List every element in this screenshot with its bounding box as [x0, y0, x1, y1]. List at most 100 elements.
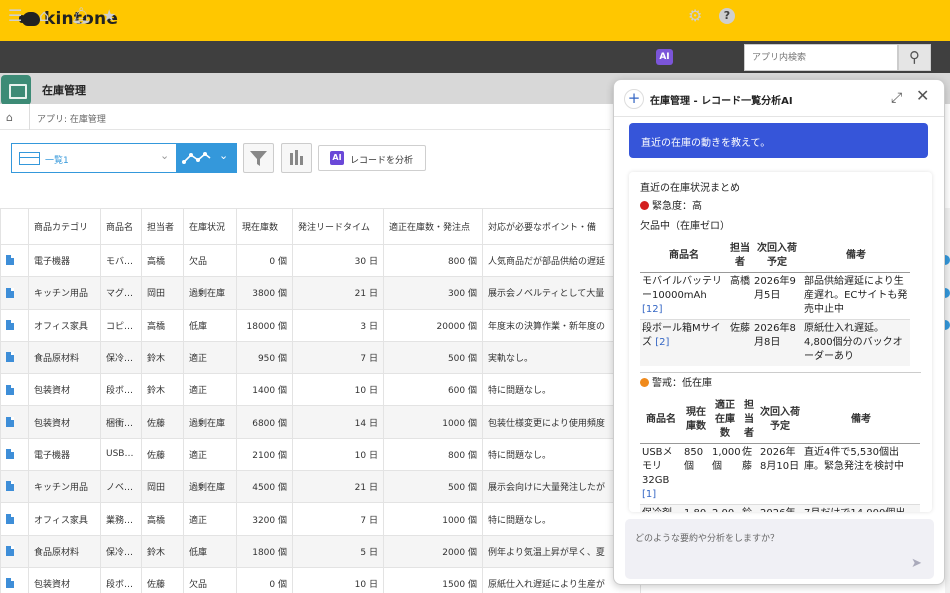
stockout-table: 商品名 担当者 次回入荷予定 備考 モバイルバッテリー10000mAh [12]…: [640, 240, 910, 366]
record-ref-link[interactable]: [12]: [642, 304, 663, 315]
help-icon[interactable]: ?: [719, 8, 735, 24]
filter-button[interactable]: [243, 143, 274, 173]
record-detail-cell[interactable]: [0, 566, 29, 593]
answer-cell: USBメモリ32GB [1]: [640, 443, 682, 505]
column-header[interactable]: 在庫状況: [183, 208, 237, 245]
document-icon[interactable]: [6, 513, 14, 524]
record-detail-cell[interactable]: [0, 502, 29, 536]
new-chat-button[interactable]: +: [624, 89, 644, 109]
table-row[interactable]: オフィス家具 業務… 高橋 適正 3200 個7 日 1000 個特に問題なし。: [0, 502, 641, 536]
table-cell: 段ボ…: [100, 373, 142, 407]
document-icon[interactable]: [6, 287, 14, 298]
star-icon[interactable]: ★: [102, 7, 116, 25]
close-icon[interactable]: ✕: [916, 88, 929, 104]
answer-column-header: 次回入荷予定: [758, 397, 802, 444]
table-row[interactable]: キッチン用品 マグ… 岡田 過剰在庫 3800 個 21 日 300 個展示会ノベルティとし…: [0, 276, 641, 310]
table-cell: 保冷…: [100, 534, 142, 568]
answer-cell: 850個: [682, 443, 710, 505]
gear-icon[interactable]: ⚙: [688, 7, 702, 25]
home-icon[interactable]: ⌂: [39, 7, 49, 25]
column-header[interactable]: 現在庫数: [236, 208, 293, 245]
chat-composer[interactable]: どのような要約や分析をしますか？ ➤: [625, 519, 934, 579]
ai-icon[interactable]: AI: [656, 49, 673, 65]
document-icon[interactable]: [6, 578, 14, 589]
expand-icon[interactable]: ⤢: [891, 90, 902, 106]
document-icon[interactable]: [6, 384, 14, 395]
answer-column-header: 備考: [802, 240, 910, 273]
table-cell: 3 日: [292, 308, 384, 342]
table-row[interactable]: 包装資材 梱衝… 佐藤 過剰在庫 6800 個 14 日 1000 個包装仕様変更により使用…: [0, 405, 641, 439]
answer-column-header: 次回入荷予定: [752, 240, 802, 273]
document-icon[interactable]: [6, 319, 14, 330]
table-cell: 業務…: [100, 502, 142, 536]
table-row[interactable]: 電子機器 モバ… 高橋 欠品 0 個 30 日 800 個人気商品だが部品供給の遅延: [0, 243, 641, 278]
document-icon[interactable]: [6, 352, 14, 363]
table-row[interactable]: 電子機器 USB… 佐藤 適正 2100 個 10 日 800 個特に問題なし。: [0, 437, 641, 472]
table-cell: 950 個: [236, 340, 293, 375]
record-detail-cell[interactable]: [0, 437, 29, 472]
record-ref-link[interactable]: [2]: [655, 337, 669, 348]
table-cell: 3200 個: [236, 502, 293, 536]
chevron-down-icon: ⌄: [160, 149, 170, 162]
table-row[interactable]: キッチン用品 ノベ… 岡田 過剰在庫 4500 個 21 日 500 個展示会向けに大量発注…: [0, 470, 641, 504]
record-detail-cell[interactable]: [0, 340, 29, 375]
graph-selector-button[interactable]: ⌄: [177, 143, 237, 173]
column-header[interactable]: 商品名: [100, 208, 142, 245]
document-icon[interactable]: [6, 416, 14, 427]
record-detail-cell[interactable]: [0, 470, 29, 504]
table-row[interactable]: オフィス家具 コピ… 高橋 低庫 18000 個3 日 20000 個年度末の決算作業・新…: [0, 308, 641, 342]
table-cell: 包装資材: [28, 405, 101, 439]
send-icon[interactable]: ➤: [911, 556, 922, 571]
warn-label: 警戒：低在庫: [652, 378, 712, 389]
document-icon[interactable]: [6, 481, 14, 492]
orange-circle-icon: [640, 378, 649, 387]
record-detail-cell[interactable]: [0, 276, 29, 310]
analyze-records-label: レコードを分析: [350, 156, 414, 166]
search-icon: ⚲: [909, 48, 920, 66]
table-row[interactable]: 包装資材 段ボ… 佐藤 欠品 0 個 10 日 1500 個原紙仕入れ遅延により生産が: [0, 566, 641, 593]
bell-icon[interactable]: 🔔︎: [71, 7, 91, 25]
column-header-blank: [0, 208, 29, 245]
document-icon[interactable]: [6, 255, 14, 266]
answer-cell: 2,00: [710, 504, 740, 512]
ai-analysis-panel: + 在庫管理 - レコード一覧分析AI ⤢ ✕ 直近の在庫の動きを教えて。 直近…: [613, 79, 945, 585]
table-cell: 6800 個: [236, 405, 293, 439]
document-icon[interactable]: [6, 546, 14, 557]
ai-answer: 直近の在庫状況まとめ 緊急度：高 欠品中（在庫ゼロ） 商品名 担当者 次回入荷予…: [629, 172, 932, 512]
table-cell: 欠品: [183, 243, 237, 278]
table-cell: 段ボ…: [100, 566, 142, 593]
table-row[interactable]: 包装資材 段ボ… 鈴木 適正 1400 個 10 日 600 個特に問題なし。: [0, 373, 641, 407]
records-table: 商品カテゴリ 商品名 担当者 在庫状況 現在庫数 発注リードタイム 適正在庫数・…: [0, 208, 641, 593]
record-detail-cell[interactable]: [0, 373, 29, 407]
column-header[interactable]: 発注リードタイム: [292, 208, 384, 245]
table-row[interactable]: 食品原材料 保冷… 鈴木 低庫 1800 個5 日 2000 個例年より気温上昇が早く、夏: [0, 534, 641, 568]
table-cell: 電子機器: [28, 437, 101, 472]
record-detail-cell[interactable]: [0, 243, 29, 278]
document-icon[interactable]: [6, 449, 14, 460]
record-detail-cell[interactable]: [0, 405, 29, 439]
record-ref-link[interactable]: [1]: [642, 489, 656, 500]
line-chart-icon: [182, 152, 211, 164]
record-detail-cell[interactable]: [0, 308, 29, 342]
table-cell: 800 個: [383, 437, 483, 472]
search-button[interactable]: ⚲: [898, 44, 931, 71]
table-cell: 鈴木: [141, 373, 184, 407]
table-cell: 7 日: [292, 340, 384, 375]
graph-button[interactable]: [281, 143, 312, 173]
breadcrumb-app-link[interactable]: アプリ: 在庫管理: [37, 112, 106, 125]
answer-cell: 2026年8月8日: [752, 319, 802, 366]
table-cell: 30 日: [292, 243, 384, 278]
table-row[interactable]: 食品原材料 保冷… 鈴木 適正 950 個7 日 500 個実軌なし。: [0, 340, 641, 375]
column-header[interactable]: 担当者: [141, 208, 184, 245]
app-search-input[interactable]: [744, 44, 898, 71]
answer-cell: 1,000個: [710, 443, 741, 505]
view-selector[interactable]: 一覧1 ⌄: [11, 143, 177, 173]
table-cell: 10 日: [292, 566, 384, 593]
hamburger-menu-icon[interactable]: ☰: [8, 7, 22, 25]
breadcrumb-home-icon[interactable]: ⌂: [6, 111, 13, 124]
table-cell: 4500 個: [236, 470, 293, 504]
column-header[interactable]: 適正在庫数・発注点: [383, 208, 483, 245]
record-detail-cell[interactable]: [0, 534, 29, 568]
column-header[interactable]: 商品カテゴリ: [28, 208, 101, 245]
analyze-records-button[interactable]: AI レコードを分析: [318, 145, 426, 171]
